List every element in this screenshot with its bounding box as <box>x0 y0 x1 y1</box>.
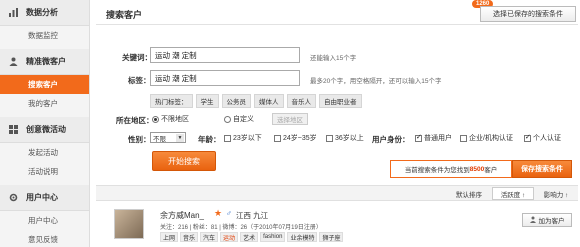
sidebar-item-user-center[interactable]: 用户中心 <box>0 211 89 230</box>
tag-input[interactable]: 运动 潮 定制 <box>150 70 300 86</box>
age-label: 年龄： <box>198 135 221 144</box>
star-icon: ★ <box>214 208 223 218</box>
gender-label: 性别： <box>128 135 151 144</box>
keyword-label: 关键词： <box>122 53 152 62</box>
save-conditions-button[interactable]: 保存搜索条件 <box>512 160 572 178</box>
user-tag[interactable]: 艺术 <box>240 232 259 242</box>
sidebar-section-creative-events[interactable]: 创意微活动 <box>0 117 89 143</box>
hot-tag[interactable]: 音乐人 <box>286 94 316 108</box>
region-option-custom[interactable]: 自定义 <box>224 114 254 124</box>
sidebar-section-data-analysis[interactable]: 数据分析 <box>0 0 89 26</box>
sidebar-item-start-event[interactable]: 发起活动 <box>0 143 89 162</box>
hot-tag[interactable]: 媒体人 <box>254 94 284 108</box>
identity-label: 用户身份： <box>372 135 410 144</box>
gender-select[interactable]: 不限 ▼ <box>150 132 186 143</box>
keyword-input[interactable]: 运动 潮 定制 <box>150 47 300 63</box>
user-tag[interactable]: 运动 <box>220 232 239 242</box>
avatar[interactable] <box>114 209 144 239</box>
main-panel: 搜索客户 1260 选择已保存的搜索条件 关键词： 运动 潮 定制 还能输入15… <box>90 0 580 247</box>
checkbox-checked[interactable] <box>524 133 531 142</box>
sidebar-section-title: 用户中心 <box>26 193 58 202</box>
age-option[interactable]: 24岁~35岁 <box>274 133 317 143</box>
chart-icon <box>8 8 18 18</box>
keyword-hint: 还能输入15个字 <box>310 55 357 62</box>
result-count: 8500 <box>469 165 485 173</box>
user-tag[interactable]: 业余模特 <box>287 232 318 242</box>
list-item: 余方威Man_ ★ ♂ 江西 九江 关注：216 | 粉丝：81 | 微博：26… <box>96 205 578 247</box>
add-customer-button[interactable]: 加为客户 <box>522 213 572 227</box>
sidebar-item-event-notes[interactable]: 活动说明 <box>0 162 89 181</box>
sidebar-section-title: 数据分析 <box>26 8 58 17</box>
sidebar-section-title: 创意微活动 <box>26 125 66 134</box>
gear-icon <box>8 193 18 203</box>
add-user-icon <box>529 216 537 225</box>
hot-tags-bar: 热门标签： 学生 公务员 媒体人 音乐人 自由职业者 <box>150 94 362 108</box>
checkbox[interactable] <box>224 134 231 142</box>
user-tag[interactable]: 上网 <box>160 232 179 242</box>
tag-hint: 最多20个字，用空格隔开，还可以输入15个字 <box>310 78 442 85</box>
start-search-button[interactable]: 开始搜索 <box>152 151 216 171</box>
male-icon: ♂ <box>226 209 232 218</box>
sidebar-item-my-customers[interactable]: 我的客户 <box>0 94 89 113</box>
sidebar-section-title: 精准微客户 <box>26 57 66 66</box>
select-region-button[interactable]: 选择地区 <box>272 113 308 125</box>
user-stats: 关注：216 | 粉丝：81 | 微博：26（于2010年07月19日注册） <box>160 225 322 231</box>
sidebar-item-search-customers[interactable]: 搜索客户 <box>0 75 89 94</box>
hot-tag[interactable]: 学生 <box>195 94 219 108</box>
tag-label: 标签： <box>128 76 151 85</box>
person-icon <box>8 57 18 67</box>
sidebar-section-user-center[interactable]: 用户中心 <box>0 185 89 211</box>
sort-default[interactable]: 默认排序 <box>448 187 490 200</box>
user-location: 江西 九江 <box>236 211 269 220</box>
hot-tag[interactable]: 公务员 <box>221 94 251 108</box>
sidebar-section-precise-customers[interactable]: 精准微客户 <box>0 49 89 75</box>
age-option[interactable]: 23岁以下 <box>224 133 262 143</box>
hot-tags-label: 热门标签： <box>150 94 193 108</box>
checkbox[interactable] <box>460 134 467 142</box>
radio[interactable] <box>224 115 231 123</box>
user-tag[interactable]: 音乐 <box>180 232 199 242</box>
user-name[interactable]: 余方威Man_ <box>160 210 204 221</box>
user-tag[interactable]: 狮子座 <box>319 232 344 242</box>
region-label: 所在地区： <box>116 116 154 125</box>
age-option[interactable]: 36岁以上 <box>326 133 364 143</box>
checkbox[interactable] <box>274 134 281 142</box>
checkbox[interactable] <box>326 134 333 142</box>
identity-option[interactable]: 普通用户 <box>415 133 452 143</box>
result-count-box: 当前搜索条件为您找到 8500 客户 <box>390 160 512 178</box>
identity-option[interactable]: 企业/机构认证 <box>460 133 513 143</box>
page-title: 搜索客户 <box>106 10 143 20</box>
checkbox-checked[interactable] <box>415 133 422 142</box>
sort-influence[interactable]: 影响力 ↑ <box>536 187 576 200</box>
hot-tag[interactable]: 自由职业者 <box>319 94 362 108</box>
sort-bar: 默认排序 活跃度 ↑ 影响力 ↑ <box>96 185 578 201</box>
grid-icon <box>8 125 18 135</box>
sort-activity[interactable]: 活跃度 ↑ <box>492 187 534 200</box>
sidebar-item-feedback[interactable]: 意见反馈 <box>0 230 89 247</box>
user-tag[interactable]: fashion <box>260 232 286 242</box>
user-tag[interactable]: 汽车 <box>200 232 219 242</box>
saved-conditions-button[interactable]: 选择已保存的搜索条件 <box>480 6 576 22</box>
region-option-unlimited[interactable]: 不限地区 <box>152 114 189 124</box>
sidebar: 数据分析 数据监控 精准微客户 搜索客户 我的客户 创意微活动 发起活动 活动说… <box>0 0 90 247</box>
identity-option[interactable]: 个人认证 <box>524 133 561 143</box>
chevron-down-icon: ▼ <box>176 134 184 142</box>
divider <box>96 24 578 25</box>
user-tags: 上网 音乐 汽车 运动 艺术 fashion 业余模特 狮子座 <box>160 232 344 242</box>
radio-selected[interactable] <box>152 115 159 123</box>
sidebar-item-data-monitor[interactable]: 数据监控 <box>0 26 89 45</box>
